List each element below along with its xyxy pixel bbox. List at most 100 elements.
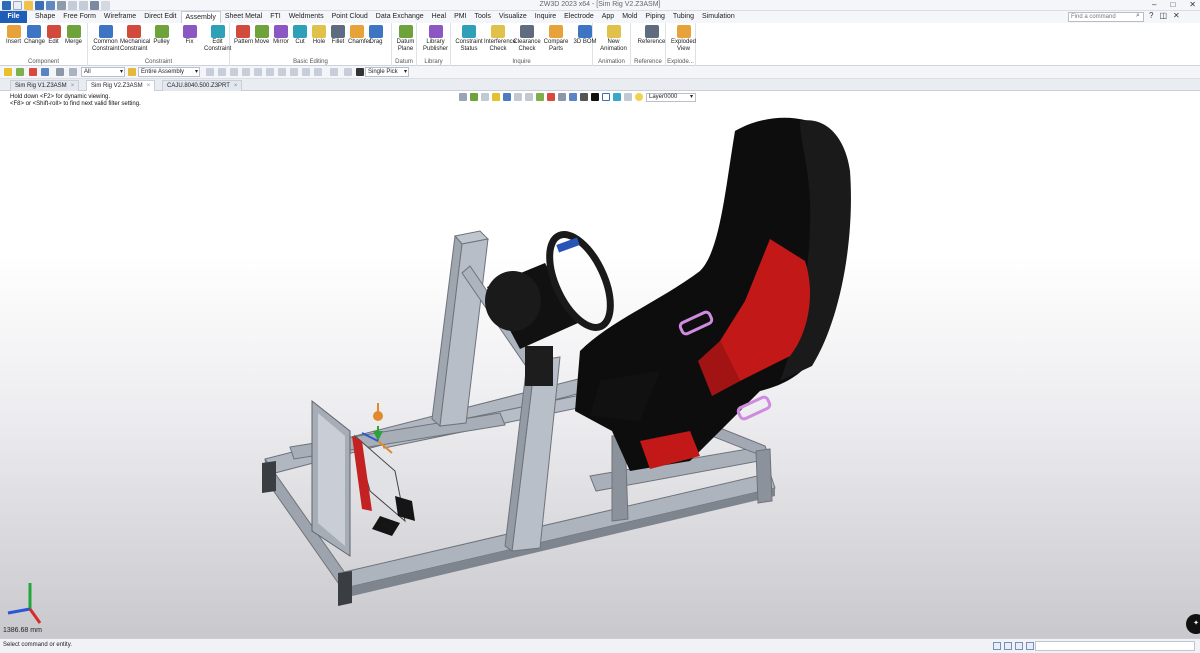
filter-select[interactable]: All ▾: [81, 67, 125, 77]
tab-data-exchange[interactable]: Data Exchange: [372, 11, 428, 23]
pick-face-icon[interactable]: [41, 68, 49, 76]
status-grid-icon[interactable]: [993, 642, 1001, 650]
tab-mold[interactable]: Mold: [618, 11, 641, 23]
tab-weldments[interactable]: Weldments: [285, 11, 328, 23]
help-icon[interactable]: ?: [1149, 11, 1153, 20]
document-tab[interactable]: Sim Rig V1.Z3ASM ×: [10, 80, 80, 91]
fix-button[interactable]: Fix: [176, 25, 203, 46]
snap-icon-2[interactable]: [218, 68, 226, 76]
snap-icon-4[interactable]: [242, 68, 250, 76]
hole-button[interactable]: Hole: [310, 25, 328, 46]
tab-direct-edit[interactable]: Direct Edit: [140, 11, 180, 23]
snap-icon-7[interactable]: [278, 68, 286, 76]
cut-button[interactable]: Cut: [291, 25, 309, 46]
file-menu-button[interactable]: File: [0, 11, 27, 23]
insert-button[interactable]: Insert: [4, 25, 23, 46]
tab-piping[interactable]: Piping: [641, 11, 668, 23]
snap-icon-3[interactable]: [230, 68, 238, 76]
library-publisher-button[interactable]: Library Publisher: [421, 25, 450, 53]
snap-icon-5[interactable]: [254, 68, 262, 76]
tab-fti[interactable]: FTI: [266, 11, 285, 23]
document-tab-label: Sim Rig V1.Z3ASM: [15, 83, 67, 89]
document-tab[interactable]: Sim Rig V2.Z3ASM ×: [86, 80, 156, 91]
interference-check-button[interactable]: Interference Check: [484, 25, 516, 53]
close-tab-icon[interactable]: ×: [234, 83, 238, 89]
assembly-model[interactable]: [0, 91, 1200, 638]
status-window-icon[interactable]: [1015, 642, 1023, 650]
restore-icon[interactable]: ◫: [1159, 11, 1167, 20]
edit-constraint-icon: [210, 25, 225, 38]
close-tab-icon[interactable]: ×: [71, 83, 75, 89]
tab-tools[interactable]: Tools: [471, 11, 495, 23]
snap-icon-11[interactable]: [330, 68, 338, 76]
constraint-status-button[interactable]: Constraint Status: [455, 25, 483, 53]
pick-filter-icon[interactable]: [4, 68, 12, 76]
tab-free-form[interactable]: Free Form: [59, 11, 100, 23]
tab-assembly[interactable]: Assembly: [180, 11, 221, 23]
maximize-icon[interactable]: □: [1170, 0, 1175, 9]
status-list-icon[interactable]: [1004, 642, 1012, 650]
tab-visualize[interactable]: Visualize: [495, 11, 531, 23]
mechanical-constraint-icon: [126, 25, 141, 38]
edit-button[interactable]: Edit: [44, 25, 63, 46]
snap-icon-9[interactable]: [302, 68, 310, 76]
chamfer-button[interactable]: Chamfer: [348, 25, 371, 46]
mirror-button[interactable]: Mirror: [272, 25, 290, 46]
tab-tubing[interactable]: Tubing: [669, 11, 698, 23]
fillet-button[interactable]: Fillet: [329, 25, 347, 46]
tab-shape[interactable]: Shape: [31, 11, 59, 23]
change-icon: [26, 25, 41, 38]
status-input[interactable]: [1035, 641, 1195, 651]
drag-icon: [369, 25, 383, 38]
snap-icon-8[interactable]: [290, 68, 298, 76]
pulley-button[interactable]: Pulley: [148, 25, 175, 46]
reference-button[interactable]: Reference: [635, 25, 668, 46]
snap-icon-10[interactable]: [314, 68, 322, 76]
move-button[interactable]: Move: [253, 25, 271, 46]
tab-pmi[interactable]: PMI: [450, 11, 470, 23]
exploded-view-button[interactable]: Exploded View: [670, 25, 697, 53]
tab-app[interactable]: App: [598, 11, 618, 23]
datum-plane-button[interactable]: Datum Plane: [396, 25, 415, 53]
tab-sheet-metal[interactable]: Sheet Metal: [221, 11, 266, 23]
clearance-check-button[interactable]: Clearance Check: [513, 25, 541, 53]
pick-all-icon[interactable]: [69, 68, 77, 76]
pick-shape-icon[interactable]: [56, 68, 64, 76]
tab-point-cloud[interactable]: Point Cloud: [328, 11, 372, 23]
view-cube-icon[interactable]: ✦: [1186, 614, 1200, 634]
mechanical-constraint-button[interactable]: Mechanical Constraint: [120, 25, 150, 53]
change-button[interactable]: Change: [24, 25, 45, 46]
snap-icon-1[interactable]: [206, 68, 214, 76]
minimize-icon[interactable]: –: [1152, 0, 1156, 9]
tab-heal[interactable]: Heal: [428, 11, 450, 23]
status-split-icon[interactable]: [1026, 642, 1034, 650]
tab-electrode[interactable]: Electrode: [560, 11, 598, 23]
tab-wireframe[interactable]: Wireframe: [100, 11, 140, 23]
tab-inquire[interactable]: Inquire: [531, 11, 560, 23]
ribbon-button-label: Library Publisher: [422, 39, 448, 52]
close-tab-icon[interactable]: ×: [147, 83, 151, 89]
ribbon-group-label: Component: [27, 59, 60, 65]
compare-parts-button[interactable]: Compare Parts: [542, 25, 570, 53]
edit-constraint-button[interactable]: Edit Constraint: [204, 25, 231, 53]
assembly-scope-icon[interactable]: [128, 68, 136, 76]
common-constraint-button[interactable]: Common Constraint: [92, 25, 119, 53]
close-icon[interactable]: ✕: [1189, 0, 1196, 9]
search-icon[interactable]: ⌕: [1133, 12, 1143, 22]
filter-toolbar: All ▾ Entire Assembly ▾ Single Pick ▾: [0, 66, 1200, 79]
document-tab[interactable]: CAJU.8040.500.Z3PRT ×: [162, 80, 243, 91]
pick-point-icon[interactable]: [16, 68, 24, 76]
3d-viewport[interactable]: Hold down <F2> for dynamic viewing. <F8>…: [0, 91, 1200, 638]
stop-icon[interactable]: [356, 68, 364, 76]
pick-mode-select[interactable]: Single Pick ▾: [365, 67, 409, 77]
pick-line-icon[interactable]: [29, 68, 37, 76]
close-doc-icon[interactable]: ✕: [1173, 11, 1180, 20]
snap-icon-12[interactable]: [344, 68, 352, 76]
snap-icon-6[interactable]: [266, 68, 274, 76]
new-animation-button[interactable]: New Animation: [597, 25, 630, 53]
pattern-button[interactable]: Pattern: [234, 25, 253, 46]
drag-button[interactable]: Drag: [367, 25, 385, 46]
tab-simulation[interactable]: Simulation: [698, 11, 739, 23]
scope-select[interactable]: Entire Assembly ▾: [138, 67, 200, 77]
merge-button[interactable]: Merge: [64, 25, 83, 46]
